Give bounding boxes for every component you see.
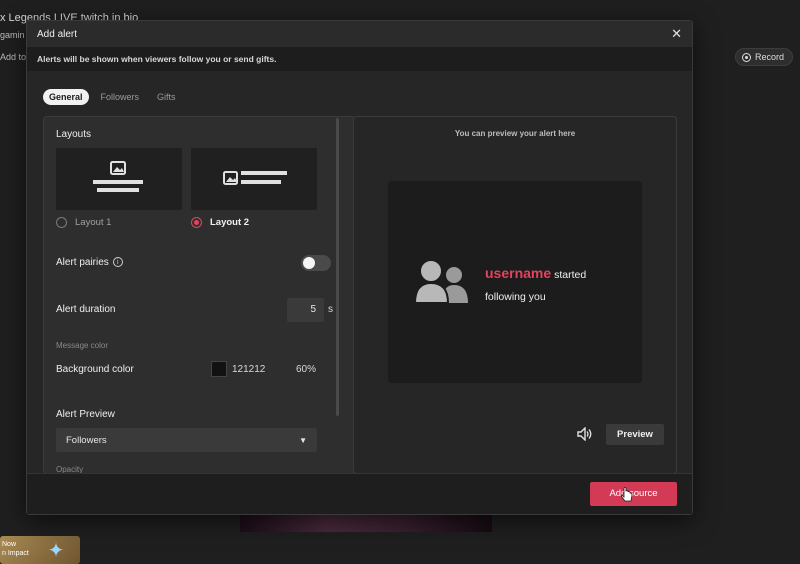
channel-name: gamin [0, 30, 25, 40]
layout-1-option[interactable]: Layout 1 [56, 217, 111, 228]
layout-2-label: Layout 2 [210, 217, 250, 228]
alert-duration-label: Alert duration [56, 304, 116, 315]
alert-preview-value: Followers [66, 434, 107, 446]
preview-button[interactable]: Preview [606, 424, 664, 445]
background-color-hex[interactable]: 121212 [232, 364, 265, 375]
preview-hint: You can preview your alert here [454, 129, 576, 138]
chevron-down-icon: ▼ [299, 435, 307, 445]
alert-pairing-label: Alert pairies i [56, 257, 123, 268]
alert-preview-box: username started following you [388, 181, 642, 383]
dialog-header: Add alert ✕ [27, 21, 692, 47]
layout-1-icon [93, 161, 143, 192]
tab-gifts[interactable]: Gifts [151, 89, 182, 105]
alert-message: username started following you [485, 262, 586, 308]
layouts-heading: Layouts [56, 129, 92, 140]
tab-followers[interactable]: Followers [95, 89, 146, 105]
ad-banner[interactable]: Now n Impact ✦ [0, 536, 80, 564]
close-icon[interactable]: ✕ [671, 26, 682, 42]
dialog-notice: Alerts will be shown when viewers follow… [27, 47, 692, 71]
dialog-title: Add alert [37, 28, 78, 40]
add-to-link[interactable]: Add to [0, 52, 26, 62]
record-button[interactable]: Record [735, 48, 794, 66]
background-color-label: Background color [56, 364, 134, 375]
add-alert-dialog: Add alert ✕ Alerts will be shown when vi… [26, 20, 693, 515]
layout-2-icon [223, 171, 287, 185]
settings-scrollbar[interactable] [336, 118, 339, 416]
alert-action-2: following you [485, 291, 546, 303]
tab-general[interactable]: General [43, 89, 89, 105]
tab-bar: General Followers Gifts [43, 89, 182, 105]
preview-panel: You can preview your alert here username… [353, 116, 677, 474]
info-icon[interactable]: i [112, 257, 123, 268]
stream-thumbnail [240, 512, 492, 532]
alert-preview-select[interactable]: Followers ▼ [56, 428, 317, 452]
alert-username: username [485, 265, 552, 281]
layout-1-label: Layout 1 [75, 217, 112, 228]
alert-pairing-toggle[interactable] [301, 255, 331, 271]
settings-panel: Layouts Layout 1 Layout 2 Alert pairies … [43, 116, 356, 474]
background-opacity-value[interactable]: 60% [296, 364, 316, 375]
layout-2-radio[interactable] [191, 217, 202, 228]
star-icon: ✦ [47, 540, 65, 562]
layout-2-card[interactable] [191, 148, 317, 210]
message-color-label: Message color [56, 341, 109, 350]
users-icon [414, 259, 468, 304]
layout-1-card[interactable] [56, 148, 182, 210]
background-color-swatch[interactable] [211, 361, 227, 377]
alert-pairing-text: Alert pairies [56, 257, 109, 268]
record-icon [742, 52, 751, 62]
layout-2-option[interactable]: Layout 2 [191, 217, 249, 228]
alert-preview-label: Alert Preview [56, 409, 115, 420]
record-label: Record [755, 52, 785, 62]
ad-text: Now n Impact [2, 541, 29, 557]
layout-1-radio[interactable] [56, 217, 67, 228]
cursor-icon [621, 487, 633, 502]
add-source-button[interactable]: Add source [590, 482, 677, 506]
duration-unit: s [328, 304, 333, 315]
alert-action-1: started [554, 269, 587, 281]
speaker-icon[interactable] [577, 427, 593, 441]
alert-duration-input[interactable]: 5 [287, 298, 324, 322]
